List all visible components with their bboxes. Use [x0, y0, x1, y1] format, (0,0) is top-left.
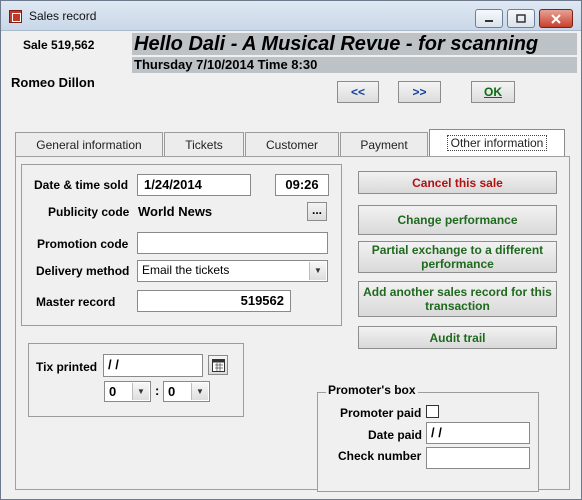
previous-record-button[interactable]: <<: [337, 81, 379, 103]
close-icon: [551, 14, 561, 24]
promoter-paid-checkbox[interactable]: [426, 405, 439, 418]
delivery-method-label: Delivery method: [36, 264, 130, 278]
delivery-method-value: Email the tickets: [142, 263, 230, 277]
delivery-method-select[interactable]: Email the tickets ▼: [137, 260, 328, 282]
performance-datetime: Thursday 7/10/2014 Time 8:30: [132, 57, 577, 73]
calendar-icon: [212, 359, 225, 372]
publicity-code-value: World News: [138, 204, 213, 219]
date-sold-field[interactable]: 1/24/2014: [137, 174, 251, 196]
tix-hour-value: 0: [109, 384, 117, 399]
sale-number: Sale 519,562: [23, 38, 95, 52]
tix-minute-select[interactable]: 0 ▼: [163, 381, 210, 402]
chevron-down-icon[interactable]: ▼: [309, 262, 326, 280]
tab-general-information[interactable]: General information: [15, 132, 163, 157]
tix-printed-date-field[interactable]: / /: [103, 354, 203, 377]
publicity-code-label: Publicity code: [48, 205, 130, 219]
tab-customer[interactable]: Customer: [245, 132, 339, 157]
tix-printed-label: Tix printed: [36, 360, 98, 374]
promotion-code-label: Promotion code: [37, 237, 129, 251]
tab-label: Customer: [265, 138, 318, 152]
ok-button[interactable]: OK: [471, 81, 515, 103]
calendar-button[interactable]: [208, 355, 228, 375]
partial-exchange-button[interactable]: Partial exchange to a different performa…: [358, 241, 557, 273]
next-record-button[interactable]: >>: [398, 81, 441, 103]
tab-label: Other information: [446, 135, 548, 151]
change-performance-button[interactable]: Change performance: [358, 205, 557, 235]
tab-label: General information: [36, 138, 142, 152]
date-paid-field[interactable]: / /: [426, 422, 530, 444]
chevron-down-icon[interactable]: ▼: [132, 383, 149, 400]
maximize-button[interactable]: [507, 9, 535, 28]
audit-trail-button[interactable]: Audit trail: [358, 326, 557, 349]
window-title: Sales record: [29, 9, 97, 23]
date-paid-label: Date paid: [368, 428, 423, 442]
time-separator: :: [155, 383, 160, 398]
tab-other-information[interactable]: Other information: [429, 129, 565, 157]
check-number-field[interactable]: [426, 447, 530, 469]
cancel-sale-button[interactable]: Cancel this sale: [358, 171, 557, 194]
master-record-field[interactable]: 519562: [137, 290, 291, 312]
time-sold-field[interactable]: 09:26: [275, 174, 329, 196]
close-button[interactable]: [539, 9, 573, 28]
tab-label: Tickets: [185, 138, 223, 152]
tab-tickets[interactable]: Tickets: [164, 132, 244, 157]
promotion-code-field[interactable]: [137, 232, 328, 254]
show-title: Hello Dali - A Musical Revue - for scann…: [132, 33, 577, 55]
app-icon: [9, 10, 22, 23]
date-time-sold-label: Date & time sold: [34, 178, 129, 192]
sales-record-window: Sales record Sale 519,562 Hello Dali - A…: [0, 0, 582, 500]
tix-hour-select[interactable]: 0 ▼: [104, 381, 151, 402]
tab-label: Payment: [360, 138, 408, 152]
minimize-icon: [485, 20, 493, 22]
promoters-box-legend: Promoter's box: [326, 383, 418, 397]
tab-payment[interactable]: Payment: [340, 132, 428, 157]
customer-name: Romeo Dillon: [11, 75, 95, 90]
promoter-paid-label: Promoter paid: [340, 406, 422, 420]
minimize-button[interactable]: [475, 9, 503, 28]
title-bar[interactable]: Sales record: [1, 1, 581, 31]
add-sales-record-button[interactable]: Add another sales record for this transa…: [358, 281, 557, 317]
tix-minute-value: 0: [168, 384, 176, 399]
chevron-down-icon[interactable]: ▼: [191, 383, 208, 400]
check-number-label: Check number: [338, 449, 422, 463]
master-record-label: Master record: [36, 295, 116, 309]
publicity-lookup-button[interactable]: ...: [307, 202, 327, 221]
maximize-icon: [516, 14, 526, 23]
